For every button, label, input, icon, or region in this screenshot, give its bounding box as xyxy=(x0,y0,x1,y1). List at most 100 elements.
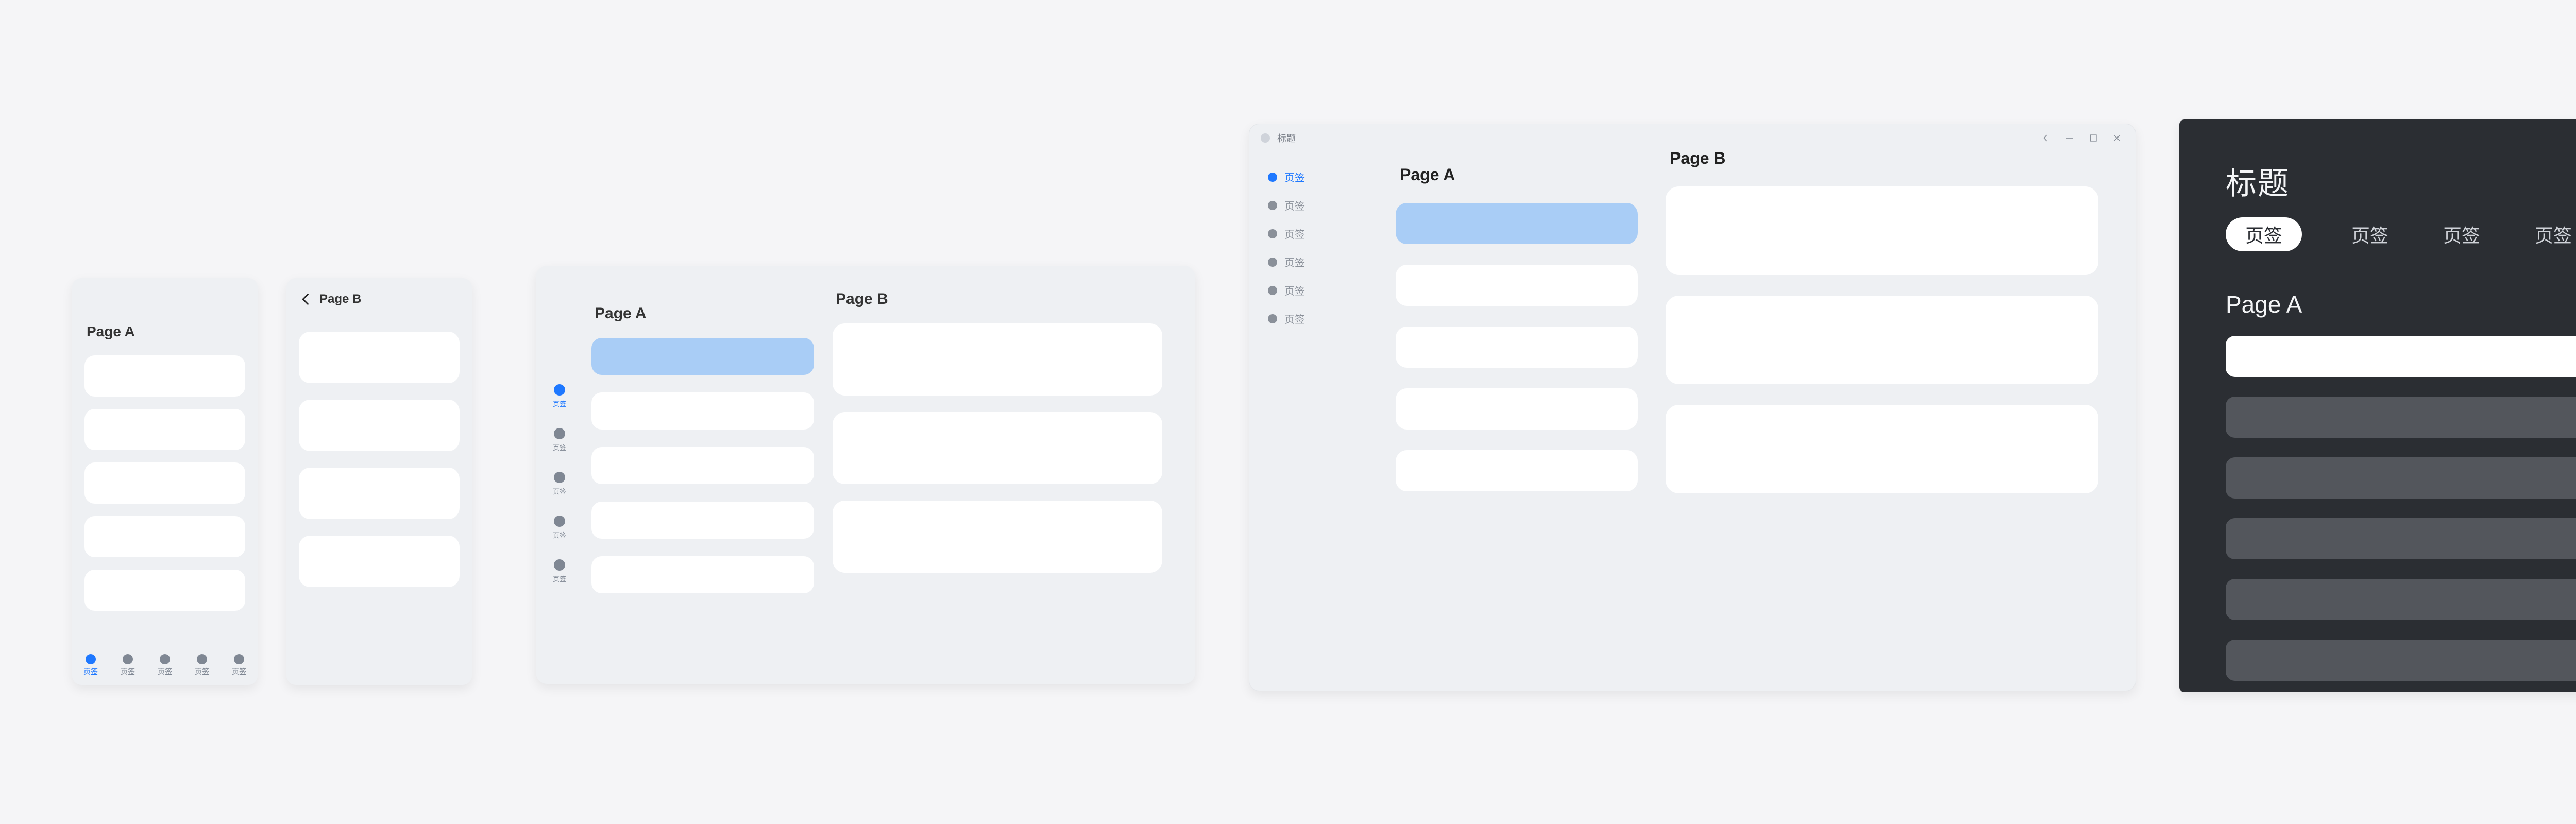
list-item[interactable] xyxy=(84,355,245,397)
tab-label: 页签 xyxy=(232,666,246,677)
master-row-selected[interactable] xyxy=(591,338,814,375)
tv-list-item[interactable] xyxy=(2226,397,2576,438)
master-row[interactable] xyxy=(1396,450,1638,491)
tab-icon xyxy=(1268,229,1277,238)
list-item[interactable] xyxy=(299,468,460,519)
sidebar-item-label: 页签 xyxy=(1284,169,1305,184)
sidebar-item-3[interactable]: 页签 xyxy=(1268,226,1361,241)
column-title: Page A xyxy=(1400,165,1638,184)
detail-column: Page B xyxy=(833,290,1162,589)
sidebar-item-label: 页签 xyxy=(1284,283,1305,298)
sidebar-item-label: 页签 xyxy=(553,442,566,452)
nav-bar: Page B xyxy=(286,278,472,320)
list-item[interactable] xyxy=(299,536,460,587)
sidebar-item-2[interactable]: 页签 xyxy=(1268,198,1361,213)
sidebar-item-label: 页签 xyxy=(553,486,566,496)
tab-icon xyxy=(1268,286,1277,295)
chevron-left-icon[interactable] xyxy=(2041,133,2051,143)
sidebar-item-label: 页签 xyxy=(1284,198,1305,213)
master-row[interactable] xyxy=(1396,265,1638,306)
tab-1[interactable]: 页签 xyxy=(72,646,109,685)
tv-list-item-focused[interactable] xyxy=(2226,336,2576,377)
app-icon xyxy=(1261,133,1270,143)
sidebar-item-label: 页签 xyxy=(1284,254,1305,269)
sidebar-item-1[interactable]: 页签 xyxy=(544,384,575,408)
sidebar-item-5[interactable]: 页签 xyxy=(544,559,575,583)
tab-icon xyxy=(197,654,207,664)
tab-4[interactable]: 页签 xyxy=(183,646,221,685)
tv-frame: 标题 页签 页签 页签 页签 页签 Page A xyxy=(2179,119,2576,692)
tv-tab-1[interactable]: 页签 xyxy=(2226,217,2302,251)
tab-icon xyxy=(554,516,565,527)
tab-label: 页签 xyxy=(195,666,209,677)
tv-list xyxy=(2226,336,2576,681)
bottom-tab-bar: 页签 页签 页签 页签 页签 xyxy=(72,646,258,685)
sidebar-item-4[interactable]: 页签 xyxy=(544,516,575,540)
column-title: Page A xyxy=(595,305,814,322)
master-row[interactable] xyxy=(591,392,814,430)
phone-a-list xyxy=(84,355,245,623)
master-row[interactable] xyxy=(591,556,814,593)
tv-page-title: Page A xyxy=(2226,290,2302,318)
detail-card[interactable] xyxy=(1666,405,2098,493)
detail-column: Page B xyxy=(1666,149,2098,514)
tab-icon xyxy=(123,654,133,664)
master-row[interactable] xyxy=(591,447,814,484)
master-column: Page A xyxy=(1396,165,1638,512)
sidebar: 页签 页签 页签 页签 页签 页签 xyxy=(1268,169,1361,326)
sidebar-item-1[interactable]: 页签 xyxy=(1268,169,1361,184)
sidebar-item-label: 页签 xyxy=(1284,226,1305,241)
tv-tab-2[interactable]: 页签 xyxy=(2346,217,2394,251)
tv-tab-3[interactable]: 页签 xyxy=(2438,217,2485,251)
detail-card[interactable] xyxy=(833,412,1162,484)
list-item[interactable] xyxy=(299,332,460,383)
tab-label: 页签 xyxy=(121,666,135,677)
tv-tab-4[interactable]: 页签 xyxy=(2530,217,2576,251)
tab-icon xyxy=(1268,201,1277,210)
detail-card[interactable] xyxy=(833,323,1162,396)
master-row-selected[interactable] xyxy=(1396,203,1638,244)
tab-icon xyxy=(554,428,565,439)
column-title: Page B xyxy=(836,290,1162,308)
tv-list-item[interactable] xyxy=(2226,457,2576,499)
master-row[interactable] xyxy=(1396,388,1638,430)
sidebar-item-3[interactable]: 页签 xyxy=(544,472,575,496)
list-item[interactable] xyxy=(84,409,245,450)
sidebar-item-4[interactable]: 页签 xyxy=(1268,254,1361,269)
sidebar-item-label: 页签 xyxy=(553,574,566,583)
sidebar-item-label: 页签 xyxy=(553,530,566,540)
detail-card[interactable] xyxy=(1666,186,2098,275)
sidebar-item-label: 页签 xyxy=(553,399,566,408)
tv-list-item[interactable] xyxy=(2226,640,2576,681)
tab-icon xyxy=(86,654,96,664)
column-title: Page B xyxy=(1670,149,2098,168)
master-row[interactable] xyxy=(591,502,814,539)
sidebar-item-5[interactable]: 页签 xyxy=(1268,283,1361,298)
page-title: Page B xyxy=(319,292,361,306)
window-title: 标题 xyxy=(1277,131,1296,145)
list-item[interactable] xyxy=(299,400,460,451)
list-item[interactable] xyxy=(84,516,245,557)
desktop-window: 标题 页签 页签 页签 页签 页签 xyxy=(1249,124,2136,691)
tab-2[interactable]: 页签 xyxy=(109,646,146,685)
detail-card[interactable] xyxy=(1666,296,2098,384)
sidebar-item-6[interactable]: 页签 xyxy=(1268,311,1361,326)
master-row[interactable] xyxy=(1396,327,1638,368)
tv-list-item[interactable] xyxy=(2226,518,2576,559)
close-icon[interactable] xyxy=(2112,133,2122,143)
tab-5[interactable]: 页签 xyxy=(221,646,258,685)
tv-list-item[interactable] xyxy=(2226,579,2576,620)
side-tabs: 页签 页签 页签 页签 页签 xyxy=(544,384,575,583)
arrow-left-icon xyxy=(299,292,313,306)
sidebar-item-2[interactable]: 页签 xyxy=(544,428,575,452)
list-item[interactable] xyxy=(84,462,245,504)
list-item[interactable] xyxy=(84,570,245,611)
minimize-icon[interactable] xyxy=(2064,133,2075,143)
back-button[interactable] xyxy=(299,292,313,306)
detail-card[interactable] xyxy=(833,501,1162,573)
tab-icon xyxy=(234,654,244,664)
tab-label: 页签 xyxy=(158,666,172,677)
master-column: Page A xyxy=(591,305,814,611)
maximize-icon[interactable] xyxy=(2088,133,2098,143)
tab-3[interactable]: 页签 xyxy=(146,646,183,685)
